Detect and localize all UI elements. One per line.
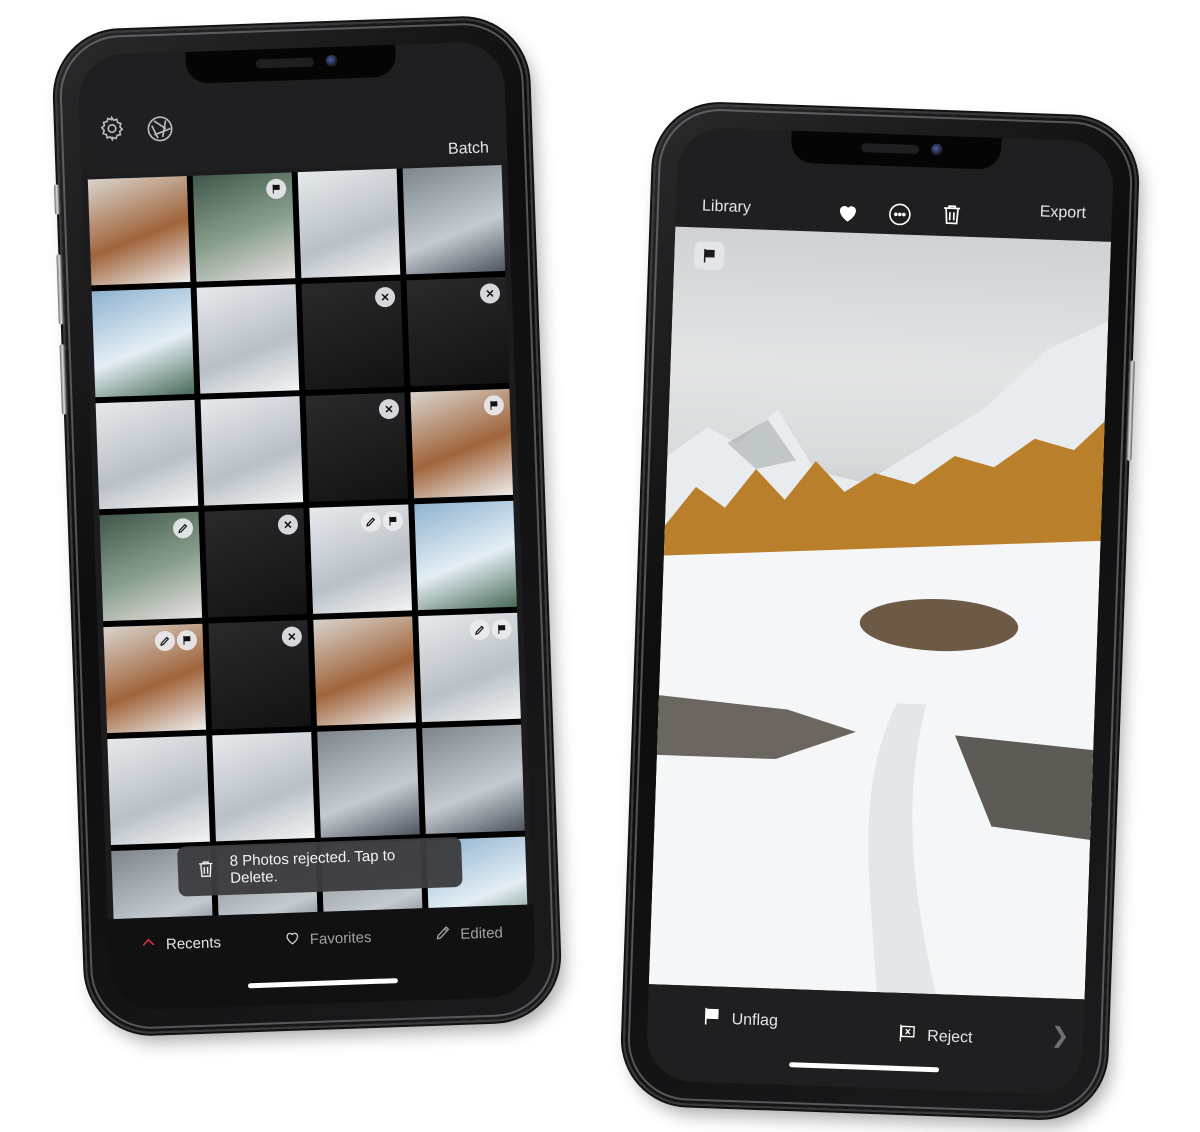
unflag-button[interactable]: Unflag bbox=[701, 1006, 778, 1034]
photo-tile[interactable] bbox=[305, 392, 409, 502]
home-indicator[interactable] bbox=[247, 978, 399, 989]
home-indicator[interactable] bbox=[789, 1062, 940, 1073]
photo-tile[interactable] bbox=[414, 500, 517, 611]
tab-edited[interactable]: Edited bbox=[434, 921, 503, 945]
flag-filled-icon bbox=[701, 1006, 722, 1032]
tile-badges bbox=[360, 510, 404, 533]
tile-badges bbox=[154, 629, 198, 652]
aperture-icon[interactable] bbox=[146, 114, 175, 143]
photo-tile[interactable] bbox=[406, 276, 510, 387]
phone-photo-detail: Library Export Unflag Reject ❯ bbox=[622, 103, 1138, 1119]
reject-x-icon[interactable] bbox=[277, 514, 299, 536]
tile-badges bbox=[378, 398, 400, 420]
reject-x-icon[interactable] bbox=[374, 286, 396, 308]
library-back-button[interactable]: Library bbox=[702, 198, 751, 218]
photo-preview[interactable] bbox=[648, 226, 1112, 1000]
heart-filled-icon[interactable] bbox=[835, 200, 860, 225]
photo-tile[interactable] bbox=[301, 280, 405, 390]
toast-message: 8 Photos rejected. Tap to Delete. bbox=[229, 847, 396, 887]
reject-x-icon[interactable] bbox=[281, 626, 303, 647]
phone-library-grid: Batch 8 Photos rejected. Tap to Delete. … bbox=[53, 18, 560, 1034]
tile-badges bbox=[374, 286, 396, 308]
volume-down-button bbox=[59, 344, 67, 415]
photo-tile[interactable] bbox=[192, 172, 296, 282]
action-label: Reject bbox=[926, 1027, 973, 1046]
reject-x-icon[interactable] bbox=[479, 283, 501, 304]
photo-tile[interactable] bbox=[204, 508, 308, 618]
side-button bbox=[1126, 360, 1135, 461]
photo-tile[interactable] bbox=[297, 168, 401, 279]
action-label: Unflag bbox=[731, 1010, 779, 1030]
flag-icon bbox=[265, 178, 287, 200]
ellipsis-circle-icon[interactable] bbox=[887, 202, 912, 227]
rejected-toast[interactable]: 8 Photos rejected. Tap to Delete. bbox=[177, 836, 463, 897]
pencil-icon bbox=[154, 630, 176, 652]
trash-icon bbox=[196, 858, 217, 883]
photo-tile[interactable] bbox=[313, 616, 416, 726]
tab-label: Recents bbox=[165, 933, 222, 953]
flag-icon bbox=[491, 618, 513, 640]
reject-x-icon[interactable] bbox=[378, 398, 400, 420]
flag-icon bbox=[703, 248, 715, 263]
photo-tile[interactable] bbox=[422, 724, 525, 835]
pencil-icon bbox=[469, 619, 491, 641]
tile-badges bbox=[469, 618, 513, 641]
photo-tile[interactable] bbox=[208, 620, 311, 730]
tab-favorites[interactable]: Favorites bbox=[283, 926, 372, 951]
chevron-right-icon[interactable]: ❯ bbox=[1050, 1022, 1069, 1049]
flag-status-chip bbox=[693, 241, 725, 271]
tile-badges bbox=[281, 626, 303, 647]
photo-tile[interactable] bbox=[309, 504, 413, 614]
gear-icon[interactable] bbox=[98, 114, 127, 143]
earpiece bbox=[861, 143, 920, 155]
landscape-photo bbox=[648, 321, 1109, 1000]
photo-tile[interactable] bbox=[107, 735, 210, 846]
flag-icon bbox=[483, 395, 505, 416]
flag-icon bbox=[176, 629, 198, 651]
photo-tile[interactable] bbox=[103, 623, 207, 734]
photo-tile[interactable] bbox=[402, 164, 506, 275]
tile-badges bbox=[172, 517, 194, 539]
earpiece bbox=[255, 57, 314, 69]
photo-tile[interactable] bbox=[212, 731, 315, 842]
tab-label: Favorites bbox=[309, 928, 372, 948]
tab-bar: Recents Favorites Edited bbox=[107, 904, 537, 1012]
pencil-icon bbox=[360, 511, 382, 533]
screen: Library Export Unflag Reject ❯ bbox=[645, 126, 1115, 1096]
volume-up-button bbox=[56, 254, 64, 325]
photo-tile[interactable] bbox=[95, 399, 199, 510]
tile-badges bbox=[277, 514, 299, 536]
photo-tile[interactable] bbox=[410, 388, 514, 499]
pencil-icon bbox=[434, 923, 453, 946]
batch-button[interactable]: Batch bbox=[448, 139, 490, 158]
tab-label: Edited bbox=[460, 923, 504, 943]
export-button[interactable]: Export bbox=[1039, 203, 1086, 223]
tile-badges bbox=[479, 283, 501, 304]
trash-icon[interactable] bbox=[939, 202, 964, 227]
screen: Batch 8 Photos rejected. Tap to Delete. … bbox=[77, 40, 537, 1012]
pencil-icon bbox=[172, 517, 194, 539]
front-camera bbox=[325, 54, 338, 68]
photo-tile[interactable] bbox=[317, 728, 420, 838]
reject-button[interactable]: Reject bbox=[897, 1023, 973, 1051]
action-bar: Unflag Reject ❯ bbox=[645, 984, 1085, 1096]
tile-badges bbox=[265, 178, 287, 200]
photo-tile[interactable] bbox=[196, 284, 300, 394]
photo-tile[interactable] bbox=[418, 612, 521, 723]
photo-tile[interactable] bbox=[91, 287, 195, 398]
photo-tile[interactable] bbox=[87, 175, 191, 286]
photo-tile[interactable] bbox=[200, 396, 304, 506]
front-camera bbox=[930, 143, 944, 156]
chevron-up-icon bbox=[140, 933, 159, 956]
photo-tile[interactable] bbox=[99, 511, 203, 622]
tab-recents[interactable]: Recents bbox=[140, 931, 222, 956]
flag-x-icon bbox=[897, 1023, 918, 1049]
photo-grid bbox=[87, 164, 529, 957]
mute-switch bbox=[53, 184, 60, 215]
tile-badges bbox=[483, 395, 505, 416]
heart-icon bbox=[283, 928, 302, 951]
flag-icon bbox=[382, 510, 404, 532]
